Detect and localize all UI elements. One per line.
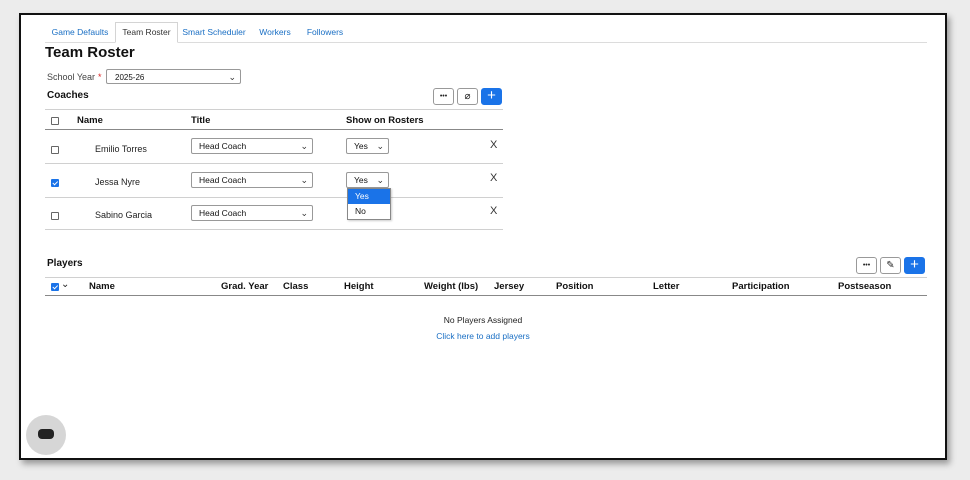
page-title: Team Roster xyxy=(45,44,135,61)
coach-name: Emilio Torres xyxy=(95,144,147,154)
required-mark: * xyxy=(98,72,102,82)
chevron-down-icon: ⌄ xyxy=(300,175,308,185)
chevron-down-icon[interactable]: ⌄ xyxy=(61,279,69,290)
chat-bubble-icon xyxy=(38,429,54,439)
coach-name: Jessa Nyre xyxy=(95,177,141,187)
row-divider xyxy=(45,197,503,198)
empty-message: No Players Assigned xyxy=(443,315,523,325)
players-section-title: Players xyxy=(47,258,83,269)
coach-name: Sabino Garcia xyxy=(95,210,153,220)
row-divider xyxy=(45,163,503,164)
chat-button[interactable] xyxy=(26,415,66,455)
show-on-rosters-select[interactable]: Yes ⌄ xyxy=(346,172,389,188)
remove-coach-button[interactable]: X xyxy=(490,205,497,217)
row-divider xyxy=(45,229,503,230)
tab-workers[interactable]: Workers xyxy=(256,23,294,42)
coach-row-checkbox[interactable] xyxy=(51,179,59,187)
tab-game-defaults[interactable]: Game Defaults xyxy=(45,23,115,42)
plus-icon: + xyxy=(910,256,919,273)
add-players-link[interactable]: Click here to add players xyxy=(21,331,945,341)
coach-row-checkbox[interactable] xyxy=(51,146,59,154)
coach-title-value: Head Coach xyxy=(199,208,247,218)
divider xyxy=(45,109,503,110)
coaches-section-title: Coaches xyxy=(47,90,89,101)
school-year-select[interactable]: 2025-26 ⌄ xyxy=(106,69,241,84)
col-header-weight: Weight (lbs) xyxy=(424,281,479,292)
chevron-down-icon: ⌄ xyxy=(228,72,236,82)
header-divider xyxy=(45,129,503,130)
more-icon: ••• xyxy=(862,262,871,269)
col-header-postseason: Postseason xyxy=(838,281,892,292)
show-on-rosters-value: Yes xyxy=(354,175,368,185)
school-year-label: School Year * xyxy=(47,72,102,82)
show-on-rosters-select[interactable]: Yes ⌄ xyxy=(346,138,389,154)
coach-title-select[interactable]: Head Coach ⌄ xyxy=(191,172,313,188)
add-coach-button[interactable]: + xyxy=(481,88,502,105)
coach-row-checkbox[interactable] xyxy=(51,212,59,220)
col-header-show-on-rosters: Show on Rosters xyxy=(346,115,424,126)
players-more-button[interactable]: ••• xyxy=(856,257,877,274)
coach-title-value: Head Coach xyxy=(199,175,247,185)
header-divider xyxy=(45,295,927,296)
col-header-height: Height xyxy=(344,281,374,292)
unlink-icon: ⌀ xyxy=(464,91,471,102)
col-header-position: Position xyxy=(556,281,594,292)
select-all-players-checkbox[interactable] xyxy=(51,283,59,291)
remove-coach-button[interactable]: X xyxy=(490,139,497,151)
col-header-letter: Letter xyxy=(653,281,680,292)
more-icon: ••• xyxy=(439,93,448,100)
col-header-jersey: Jersey xyxy=(494,281,525,292)
players-edit-button[interactable]: ✎ xyxy=(880,257,901,274)
coach-title-select[interactable]: Head Coach ⌄ xyxy=(191,205,313,221)
divider xyxy=(45,277,927,278)
school-year-label-text: School Year xyxy=(47,72,96,82)
col-header-name: Name xyxy=(89,281,115,292)
chevron-down-icon: ⌄ xyxy=(300,141,308,151)
coach-title-value: Head Coach xyxy=(199,141,247,151)
col-header-title: Title xyxy=(191,115,211,126)
app-window: Game Defaults Team Roster Smart Schedule… xyxy=(19,13,947,460)
chevron-down-icon: ⌄ xyxy=(376,175,384,185)
coach-title-select[interactable]: Head Coach ⌄ xyxy=(191,138,313,154)
select-all-coaches-checkbox[interactable] xyxy=(51,117,59,125)
remove-coach-button[interactable]: X xyxy=(490,172,497,184)
add-player-button[interactable]: + xyxy=(904,257,925,274)
chevron-down-icon: ⌄ xyxy=(300,208,308,218)
col-header-participation: Participation xyxy=(732,281,790,292)
tab-followers[interactable]: Followers xyxy=(301,23,349,42)
col-header-grad-year: Grad. Year xyxy=(221,281,269,292)
pencil-icon: ✎ xyxy=(886,260,895,271)
dropdown-option-yes[interactable]: Yes xyxy=(348,189,390,204)
show-on-rosters-dropdown: Yes No xyxy=(347,188,391,220)
coaches-more-button[interactable]: ••• xyxy=(433,88,454,105)
school-year-value: 2025-26 xyxy=(115,73,145,82)
dropdown-option-no[interactable]: No xyxy=(348,204,390,219)
chevron-down-icon: ⌄ xyxy=(376,141,384,151)
tab-bar: Game Defaults Team Roster Smart Schedule… xyxy=(45,22,927,43)
col-header-class: Class xyxy=(283,281,309,292)
coaches-unlink-button[interactable]: ⌀ xyxy=(457,88,478,105)
show-on-rosters-value: Yes xyxy=(354,141,368,151)
col-header-name: Name xyxy=(77,115,103,126)
tab-team-roster[interactable]: Team Roster xyxy=(115,22,178,43)
tab-smart-scheduler[interactable]: Smart Scheduler xyxy=(178,23,250,42)
plus-icon: + xyxy=(487,87,496,104)
